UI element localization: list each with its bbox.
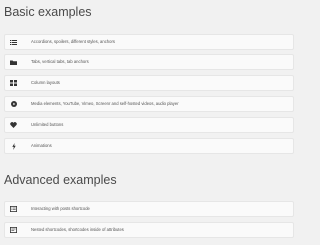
example-animations[interactable]: Animations bbox=[4, 138, 294, 154]
example-media[interactable]: Media elements, YouTube, Vimeo, Screenr … bbox=[4, 96, 294, 112]
example-columns[interactable]: Column layouts bbox=[4, 75, 294, 91]
grid-icon bbox=[5, 76, 22, 90]
example-tabs[interactable]: Tabs, vertical tabs, tab anchors bbox=[4, 54, 294, 70]
heart-icon bbox=[5, 118, 22, 132]
example-accordions[interactable]: Accordions, spoilers, different styles, … bbox=[4, 34, 294, 50]
example-label: Column layouts bbox=[31, 80, 60, 85]
code-list-icon bbox=[5, 223, 22, 237]
list-alt-icon bbox=[5, 202, 22, 216]
example-label: Interacting with posts shortcode bbox=[31, 206, 90, 211]
example-label: Animations bbox=[31, 143, 52, 148]
advanced-examples-title: Advanced examples bbox=[4, 173, 117, 187]
folder-icon bbox=[5, 55, 22, 69]
example-posts-shortcode[interactable]: Interacting with posts shortcode bbox=[4, 201, 294, 217]
example-nested-shortcodes[interactable]: Nested shortcodes, shortcodes inside of … bbox=[4, 222, 294, 238]
example-label: Accordions, spoilers, different styles, … bbox=[31, 39, 115, 44]
example-label: Unlimited buttons bbox=[31, 122, 64, 127]
bolt-icon bbox=[5, 139, 22, 153]
example-buttons[interactable]: Unlimited buttons bbox=[4, 117, 294, 133]
list-icon bbox=[5, 35, 22, 49]
play-circle-icon bbox=[5, 97, 22, 111]
basic-examples-title: Basic examples bbox=[4, 5, 92, 19]
example-label: Media elements, YouTube, Vimeo, Screenr … bbox=[31, 101, 179, 106]
example-label: Tabs, vertical tabs, tab anchors bbox=[31, 59, 89, 64]
example-label: Nested shortcodes, shortcodes inside of … bbox=[31, 227, 124, 232]
